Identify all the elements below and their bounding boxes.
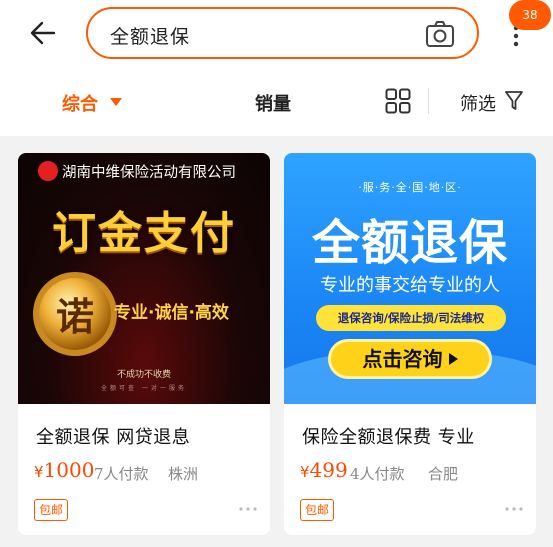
seal-character: 诺 — [55, 294, 94, 339]
price-value: 1000 — [43, 458, 95, 482]
product-card[interactable]: ·服·务·全·国·地·区· 全额退保 专业的事交给专业的人 退保咨询/保险止损/… — [284, 153, 536, 535]
free-shipping-tag: 包邮 — [34, 499, 69, 521]
consult-button-label: 点击咨询 — [362, 347, 443, 371]
sort-comprehensive-tab[interactable]: 综合 — [62, 90, 98, 116]
camera-icon[interactable] — [425, 20, 455, 48]
back-arrow-icon[interactable] — [28, 18, 58, 48]
top-bar: 全额退保 38 — [0, 0, 553, 68]
currency-symbol: ¥ — [300, 463, 310, 481]
image-note: 不成功不收费 — [116, 370, 171, 380]
product-price: ¥1000 — [34, 458, 94, 482]
notification-badge: 38 — [509, 0, 551, 30]
seller-location: 合肥 — [428, 465, 459, 483]
more-horizontal-icon[interactable] — [238, 505, 258, 513]
search-box[interactable]: 全额退保 — [86, 7, 479, 59]
image-fine-print: 全额可查 一对一服务 — [101, 385, 187, 392]
sort-sales-tab[interactable]: 销量 — [255, 90, 291, 116]
play-arrow-icon — [448, 353, 458, 365]
product-title[interactable]: 保险全额退保费 专业 — [302, 423, 475, 449]
caret-down-icon[interactable] — [110, 98, 122, 106]
product-title[interactable]: 全额退保 网贷退息 — [36, 423, 190, 449]
buyer-count: 4人付款 — [350, 465, 405, 483]
filter-button-label[interactable]: 筛选 — [460, 90, 496, 116]
image-headline: 订金支付 — [52, 208, 236, 259]
search-query[interactable]: 全额退保 — [110, 22, 190, 49]
image-subline: 专业的事交给专业的人 — [320, 275, 500, 296]
product-image[interactable]: ·服·务·全·国·地·区· 全额退保 专业的事交给专业的人 退保咨询/保险止损/… — [284, 153, 536, 404]
image-service-area: ·服·务·全·国·地·区· — [358, 181, 462, 194]
image-company-name: 湖南中维保险活动有限公司 — [62, 165, 236, 181]
more-horizontal-icon[interactable] — [504, 505, 524, 513]
seller-location: 株洲 — [168, 465, 199, 483]
image-consult-button: 点击咨询 — [328, 339, 492, 379]
product-image[interactable]: 湖南中维保险活动有限公司 订金支付 诺 专业·诚信·高效 不成功不收费 全额可查… — [18, 153, 270, 404]
product-price: ¥499 — [300, 458, 348, 482]
filter-bar: 综合 销量 筛选 — [0, 68, 553, 136]
buyer-count: 7人付款 — [94, 465, 149, 483]
currency-symbol: ¥ — [34, 463, 44, 481]
product-card[interactable]: 湖南中维保险活动有限公司 订金支付 诺 专业·诚信·高效 不成功不收费 全额可查… — [18, 153, 270, 535]
funnel-icon[interactable] — [504, 90, 524, 112]
price-value: 499 — [309, 458, 348, 482]
grid-layout-icon[interactable] — [385, 88, 411, 114]
image-slogan: 专业·诚信·高效 — [114, 303, 229, 323]
image-services-pill: 退保咨询/保险止损/司法维权 — [316, 305, 506, 331]
image-headline: 全额退保 — [311, 215, 508, 271]
free-shipping-tag: 包邮 — [300, 499, 335, 521]
filter-divider — [428, 88, 429, 114]
